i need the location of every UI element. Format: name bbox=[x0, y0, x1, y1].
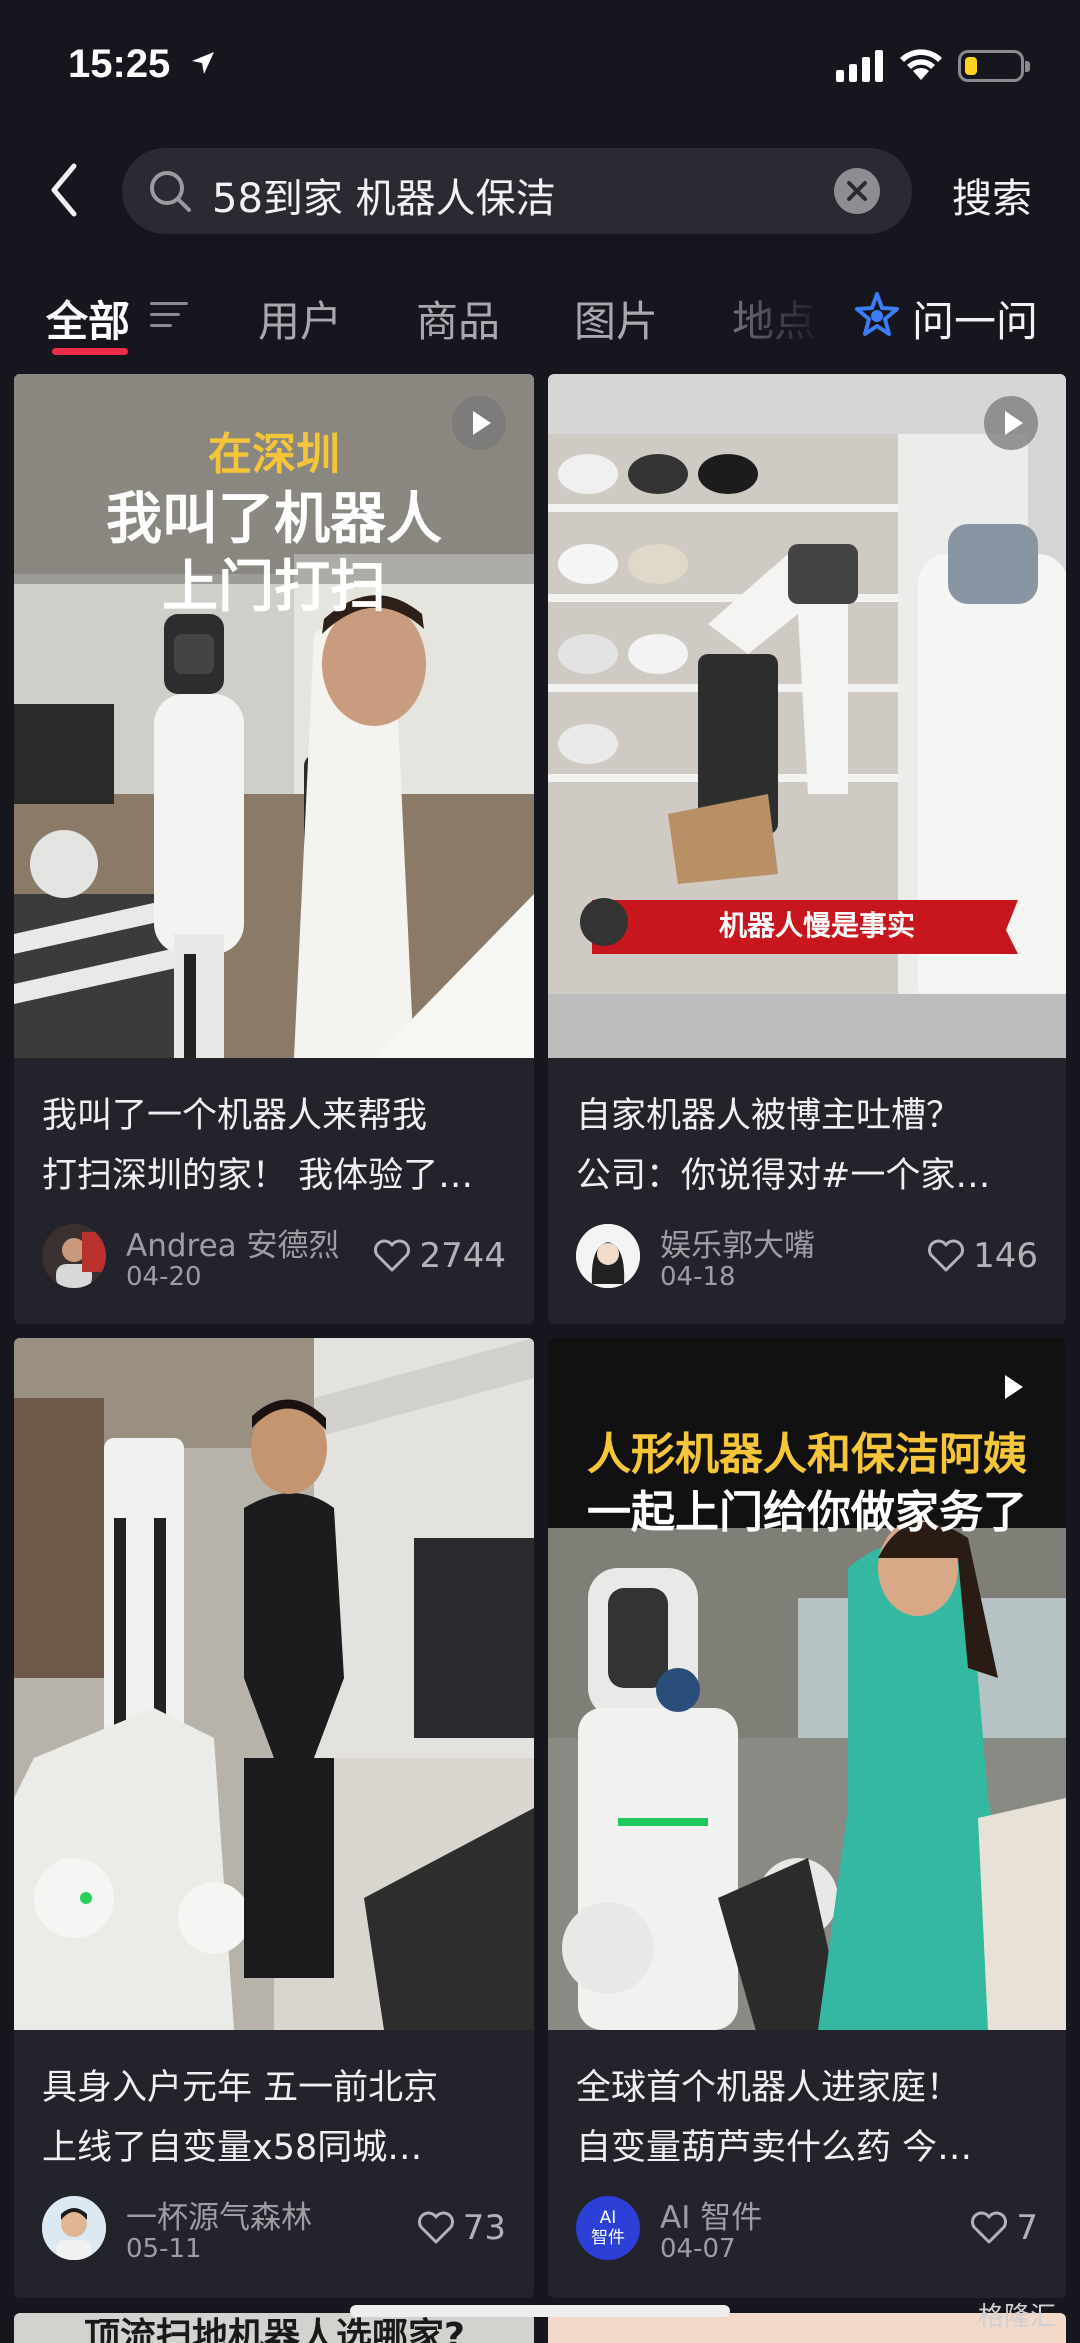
post-date: 05-11 bbox=[126, 2234, 202, 2264]
avatar[interactable] bbox=[42, 1224, 106, 1288]
result-card-peek[interactable]: 顶流扫地机器人选哪家? bbox=[14, 2313, 534, 2343]
like-count[interactable]: 73 bbox=[417, 2208, 506, 2248]
card-title-line1: 我叫了一个机器人来帮我 bbox=[42, 1096, 428, 1136]
filter-icon[interactable] bbox=[150, 300, 188, 330]
clear-search-button[interactable] bbox=[834, 168, 880, 214]
play-icon bbox=[452, 396, 506, 450]
video-thumbnail bbox=[14, 1338, 534, 2030]
like-count-value: 2744 bbox=[419, 1236, 506, 1276]
tabs-fade bbox=[736, 282, 846, 362]
peek-title: 顶流扫地机器人选哪家? bbox=[84, 2316, 465, 2343]
like-count-value: 7 bbox=[1016, 2208, 1038, 2248]
status-time: 15:25 bbox=[68, 42, 171, 86]
avatar[interactable] bbox=[576, 1224, 640, 1288]
author-name[interactable]: 一杯源气森林 bbox=[126, 2192, 312, 2237]
like-count[interactable]: 7 bbox=[970, 2208, 1038, 2248]
avatar[interactable] bbox=[42, 2196, 106, 2260]
card-title-line1: 具身入户元年 五一前北京 bbox=[42, 2068, 439, 2108]
avatar-text-line1: AI bbox=[599, 2208, 617, 2228]
card-title: 具身入户元年 五一前北京 上线了自变量x58同城… bbox=[42, 2058, 506, 2178]
thumbnail-image bbox=[14, 1338, 534, 2030]
result-card[interactable]: 人形机器人和保洁阿姨 一起上门给你做家务了 全球首个机器人进家庭！ 自变量葫芦卖… bbox=[548, 1338, 1066, 2298]
overlay-caption-line2: 一起上门给你做家务了 bbox=[587, 1487, 1027, 1538]
post-date: 04-18 bbox=[660, 1262, 736, 1292]
watermark: 格隆汇 bbox=[977, 2302, 1056, 2332]
like-count[interactable]: 146 bbox=[927, 1236, 1038, 1276]
back-arrow-icon[interactable] bbox=[44, 160, 84, 220]
active-tab-indicator bbox=[52, 348, 128, 355]
home-indicator bbox=[350, 2305, 730, 2317]
avatar-image bbox=[42, 2196, 106, 2260]
overlay-caption-line1: 人形机器人和保洁阿姨 bbox=[587, 1429, 1027, 1480]
heart-icon bbox=[971, 2211, 1008, 2244]
battery-icon bbox=[958, 50, 1030, 82]
post-date: 04-20 bbox=[126, 1262, 202, 1292]
overlay-banner: 机器人慢是事实 bbox=[718, 909, 915, 942]
avatar-image bbox=[576, 1224, 640, 1288]
card-title: 我叫了一个机器人来帮我 打扫深圳的家！ 我体验了… bbox=[42, 1086, 506, 1206]
card-title-line1: 自家机器人被博主吐槽？ bbox=[576, 1096, 962, 1136]
avatar-image bbox=[42, 1224, 106, 1288]
card-title: 全球首个机器人进家庭！ 自变量葫芦卖什么药 今… bbox=[576, 2058, 1038, 2178]
status-bar: 15:25 bbox=[0, 0, 1080, 130]
like-count[interactable]: 2744 bbox=[373, 1236, 506, 1276]
search-query: 58到家 机器人保洁 bbox=[212, 176, 556, 222]
card-title-line2: 自变量葫芦卖什么药 今… bbox=[576, 2128, 973, 2168]
play-icon bbox=[984, 396, 1038, 450]
tab-users[interactable]: 用户 bbox=[258, 288, 342, 349]
close-icon bbox=[847, 181, 867, 201]
thumbnail-image bbox=[548, 374, 1066, 1058]
video-thumbnail: 在深圳 我叫了机器人 上门打扫 bbox=[14, 374, 534, 1058]
author-name[interactable]: Andrea 安德烈 bbox=[126, 1220, 340, 1265]
tab-images[interactable]: 图片 bbox=[574, 288, 658, 349]
result-card[interactable]: 在深圳 我叫了机器人 上门打扫 我叫了一个机器人来帮我 打扫深圳的家！ 我体验了… bbox=[14, 374, 534, 1324]
card-title-line1: 全球首个机器人进家庭！ bbox=[576, 2068, 962, 2108]
heart-icon bbox=[417, 2211, 454, 2244]
cellular-signal-icon bbox=[836, 50, 883, 82]
card-title-line2: 公司：你说得对#一个家… bbox=[576, 1156, 991, 1196]
search-input[interactable]: 58到家 机器人保洁 bbox=[122, 148, 912, 234]
card-title-line2: 打扫深圳的家！ 我体验了… bbox=[42, 1156, 474, 1196]
avatar-text-line2: 智件 bbox=[591, 2228, 625, 2248]
play-icon bbox=[984, 1360, 1038, 1414]
heart-icon bbox=[374, 1239, 411, 1272]
post-date: 04-07 bbox=[660, 2234, 736, 2264]
video-thumbnail: 人形机器人和保洁阿姨 一起上门给你做家务了 bbox=[548, 1338, 1066, 2030]
result-card[interactable]: 具身入户元年 五一前北京 上线了自变量x58同城… 一杯源气森林 05-11 7… bbox=[14, 1338, 534, 2298]
wifi-icon bbox=[900, 49, 942, 80]
author-name[interactable]: 娱乐郭大嘴 bbox=[660, 1220, 815, 1265]
card-title: 自家机器人被博主吐槽？ 公司：你说得对#一个家… bbox=[576, 1086, 1038, 1206]
location-arrow-icon bbox=[192, 52, 214, 74]
author-name[interactable]: AI 智件 bbox=[660, 2192, 762, 2237]
ask-label: 问一问 bbox=[912, 297, 1039, 346]
heart-icon bbox=[928, 1239, 965, 1272]
card-title-line2: 上线了自变量x58同城… bbox=[42, 2128, 423, 2168]
video-thumbnail: 机器人慢是事实 bbox=[548, 374, 1066, 1058]
sparkle-star-icon bbox=[855, 292, 899, 336]
tab-all[interactable]: 全部 bbox=[46, 288, 130, 349]
search-button[interactable]: 搜索 bbox=[952, 166, 1032, 224]
result-card[interactable]: 机器人慢是事实 自家机器人被博主吐槽？ 公司：你说得对#一个家… 娱乐郭大嘴 0… bbox=[548, 374, 1066, 1324]
tab-products[interactable]: 商品 bbox=[416, 288, 500, 349]
like-count-value: 146 bbox=[973, 1236, 1038, 1276]
overlay-caption-line2: 上门打扫 bbox=[162, 555, 386, 620]
avatar[interactable]: AI 智件 bbox=[576, 2196, 640, 2260]
search-icon bbox=[150, 171, 191, 212]
like-count-value: 73 bbox=[462, 2208, 506, 2248]
